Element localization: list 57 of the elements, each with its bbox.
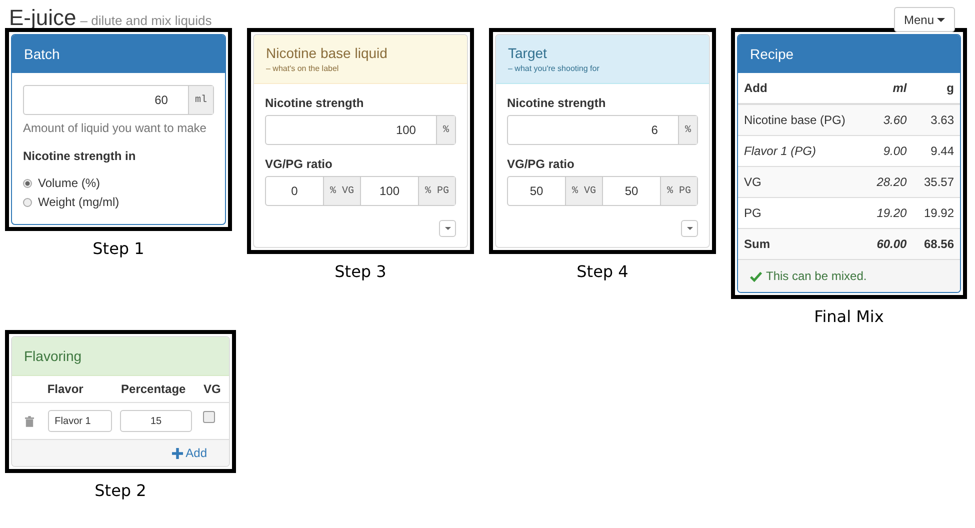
caret-icon	[937, 18, 945, 22]
status-message: This can be mixed.	[766, 269, 867, 283]
field-label: VG/PG ratio	[507, 157, 576, 171]
field-label: Nicotine strength in	[23, 149, 137, 163]
panel-title: Nicotine base liquid	[266, 45, 388, 61]
radio-label: Volume (%)	[38, 176, 100, 190]
radio-label: Weight (mg/ml)	[38, 195, 120, 209]
panel-title: Flavoring	[24, 348, 82, 364]
panel-title: Batch	[24, 46, 60, 62]
app-title: E-juice	[9, 5, 76, 30]
column-header: Percentage	[120, 382, 187, 396]
column-header: VG	[203, 382, 222, 396]
strength-value: 100	[394, 122, 417, 139]
column-header: Flavor	[47, 382, 84, 396]
panel-title: Recipe	[750, 46, 794, 62]
strength-field[interactable]: 6 %	[507, 115, 698, 145]
field-label: VG/PG ratio	[265, 157, 334, 171]
flavor-name-field[interactable]: Flavor 1	[48, 410, 112, 432]
amount-field[interactable]: 60 ml	[23, 85, 214, 115]
panel-subtitle: – what's on the label	[266, 64, 339, 73]
strength-value: 6	[650, 122, 659, 139]
radio-button[interactable]	[23, 178, 32, 188]
step-caption: Step 1	[92, 239, 144, 258]
panel-title: Target	[508, 45, 547, 61]
unit-label: %	[678, 116, 697, 144]
table-cell: 3.60	[865, 104, 913, 136]
table-cell: 60.00	[865, 228, 913, 259]
app-subtitle: – dilute and mix liquids	[80, 13, 212, 28]
panel-subtitle: – what you're shooting for	[508, 64, 600, 73]
dropdown-button[interactable]	[681, 220, 698, 237]
table-cell: 35.57	[912, 166, 960, 198]
table-cell: 3.63	[912, 104, 960, 136]
field-label: Nicotine strength	[265, 96, 365, 110]
unit-label: %	[436, 116, 455, 144]
menu-button[interactable]: Menu	[894, 7, 955, 32]
table-cell: 28.20	[865, 166, 913, 198]
check-icon	[750, 270, 762, 282]
field-label: Nicotine strength	[507, 96, 607, 110]
table-cell: VG	[738, 166, 866, 198]
table-cell: Sum	[738, 228, 866, 259]
add-link[interactable]: Add	[172, 446, 207, 460]
strength-field[interactable]: 100 %	[265, 115, 456, 145]
plus-icon	[172, 448, 183, 458]
step-caption: Step 4	[576, 262, 628, 281]
step-caption: Step 2	[94, 481, 146, 500]
vg-checkbox[interactable]	[203, 411, 216, 423]
help-text: Amount of liquid you want to make	[23, 121, 208, 135]
percentage-field[interactable]: 15	[120, 410, 192, 432]
radio-button[interactable]	[23, 198, 32, 206]
table-cell: 68.56	[912, 228, 960, 259]
step-caption: Step 3	[334, 262, 386, 281]
unit-label: ml	[188, 86, 213, 114]
table-cell: Nicotine base (PG)	[738, 104, 866, 136]
trash-icon[interactable]	[25, 416, 34, 426]
dropdown-button[interactable]	[439, 220, 456, 237]
amount-value: 60	[154, 92, 169, 109]
step-caption: Final Mix	[814, 307, 884, 326]
